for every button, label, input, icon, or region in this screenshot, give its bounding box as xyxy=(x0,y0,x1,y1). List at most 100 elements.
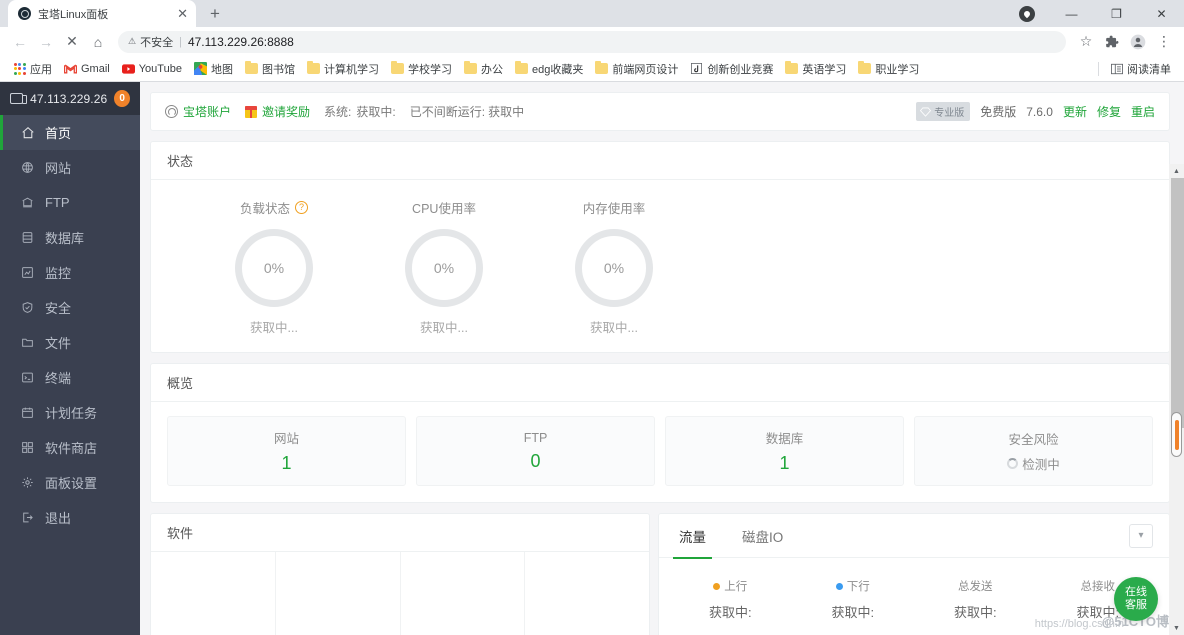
sidebar-item-ftp[interactable]: FTP xyxy=(0,185,140,220)
overview-value: 检测中 xyxy=(1022,458,1060,472)
pro-version-badge[interactable]: 专业版 xyxy=(916,102,971,121)
stop-icon[interactable]: ✕ xyxy=(60,30,84,54)
software-cell[interactable] xyxy=(401,552,526,635)
forward-icon[interactable]: → xyxy=(34,30,58,54)
folder-icon xyxy=(514,61,528,75)
security-indicator[interactable]: ⚠ 不安全 xyxy=(128,34,173,50)
profile-avatar[interactable] xyxy=(1126,30,1150,54)
sidebar-item-label: 安全 xyxy=(45,301,72,316)
bt-account-link[interactable]: 宝塔账户 xyxy=(165,103,231,120)
overview-box-database[interactable]: 数据库 1 xyxy=(665,416,904,486)
sidebar-item-terminal[interactable]: 终端 xyxy=(0,360,140,395)
traffic-stat-total-sent: 总发送 获取中: xyxy=(914,578,1037,621)
browser-tab[interactable]: 宝塔Linux面板 ✕ xyxy=(8,0,196,27)
overview-box-website[interactable]: 网站 1 xyxy=(167,416,406,486)
bookmark-folder-edg[interactable]: edg收藏夹 xyxy=(510,59,588,79)
gauge-sub: 获取中... xyxy=(420,321,468,335)
software-cell[interactable] xyxy=(525,552,649,635)
sidebar-item-monitor[interactable]: 监控 xyxy=(0,255,140,290)
extensions-icon[interactable] xyxy=(1100,30,1124,54)
bookmark-folder-school[interactable]: 学校学习 xyxy=(386,59,457,79)
restart-button[interactable]: 重启 xyxy=(1131,103,1155,120)
home-icon[interactable]: ⌂ xyxy=(86,30,110,54)
reading-list-button[interactable]: 阅读清单 xyxy=(1098,59,1176,79)
sidebar-item-app-store[interactable]: 软件商店 xyxy=(0,430,140,465)
gauge-ring: 0% xyxy=(405,229,483,307)
panel-topbar-right: 专业版 免费版 7.6.0 更新 修复 重启 xyxy=(916,102,1155,121)
new-tab-button[interactable]: + xyxy=(202,1,228,27)
sidebar-item-database[interactable]: 数据库 xyxy=(0,220,140,255)
maximize-button[interactable]: ❐ xyxy=(1094,0,1139,27)
bookmark-gmail[interactable]: Gmail xyxy=(59,60,115,77)
invite-reward-link[interactable]: 邀请奖励 xyxy=(245,103,310,120)
tab-traffic[interactable]: 流量 xyxy=(673,514,712,559)
scrollbar-thumb[interactable] xyxy=(1171,412,1182,457)
sidebar-item-security[interactable]: 安全 xyxy=(0,290,140,325)
divider xyxy=(1098,61,1099,76)
bookmark-label: edg收藏夹 xyxy=(531,63,584,76)
address-bar[interactable]: ⚠ 不安全 | 47.113.229.26:8888 xyxy=(118,30,1066,53)
close-window-button[interactable]: ✕ xyxy=(1139,0,1184,27)
online-support-button[interactable]: 在线 客服 xyxy=(1114,577,1158,621)
bookmark-folder-career[interactable]: 职业学习 xyxy=(853,59,924,79)
reading-list-entry[interactable]: 阅读清单 xyxy=(1105,59,1176,79)
software-cell[interactable]: 宝塔SSH终端 1.0▯ xyxy=(151,552,276,635)
apps-icon xyxy=(20,440,35,455)
sidebar-item-files[interactable]: 文件 xyxy=(0,325,140,360)
tab-disk-io[interactable]: 磁盘IO xyxy=(740,514,785,558)
page-scrollbar[interactable]: ▲ ▼ xyxy=(1169,164,1184,635)
bookmark-innovation[interactable]: 创新创业竞赛 xyxy=(685,59,778,79)
omnibox-separator: | xyxy=(179,35,182,48)
bookmark-maps[interactable]: 地图 xyxy=(189,59,238,79)
sidebar-item-cron[interactable]: 计划任务 xyxy=(0,395,140,430)
scroll-down-arrow[interactable]: ▼ xyxy=(1169,621,1184,635)
bookmark-folder-library[interactable]: 图书馆 xyxy=(240,59,300,79)
bookmark-folder-cs[interactable]: 计算机学习 xyxy=(302,59,384,79)
bookmark-apps[interactable]: 应用 xyxy=(8,59,57,79)
overview-value: 1 xyxy=(779,453,790,473)
folder-icon xyxy=(463,61,477,75)
notification-badge[interactable]: 0 xyxy=(114,90,130,107)
bookmark-star-icon[interactable]: ☆ xyxy=(1074,30,1098,54)
gauge-ring: 0% xyxy=(235,229,313,307)
sidebar-item-website[interactable]: 网站 xyxy=(0,150,140,185)
sidebar-item-logout[interactable]: 退出 xyxy=(0,500,140,535)
terminal-icon xyxy=(20,370,35,385)
overview-label: 网站 xyxy=(273,432,299,446)
repair-button[interactable]: 修复 xyxy=(1097,103,1121,120)
sidebar-item-panel-settings[interactable]: 面板设置 xyxy=(0,465,140,500)
scroll-up-arrow[interactable]: ▲ xyxy=(1169,164,1184,178)
overview-box-ftp[interactable]: FTP 0 xyxy=(416,416,655,486)
browser-menu-icon[interactable]: ⋮ xyxy=(1152,30,1176,54)
minimize-button[interactable]: — xyxy=(1049,0,1094,27)
bookmark-folder-office[interactable]: 办公 xyxy=(459,59,508,79)
support-line-1: 在线 xyxy=(1125,586,1147,598)
reading-list-label: 阅读清单 xyxy=(1127,63,1171,76)
bookmark-youtube[interactable]: YouTube xyxy=(117,60,187,77)
overview-value: 1 xyxy=(281,453,292,473)
legend-dot-upload xyxy=(713,582,721,590)
gear-icon xyxy=(20,475,35,490)
software-cell[interactable] xyxy=(276,552,401,635)
security-label: 不安全 xyxy=(140,36,174,49)
overview-label: FTP xyxy=(523,430,548,445)
bookmark-folder-english[interactable]: 英语学习 xyxy=(780,59,851,79)
bookmark-folder-frontend[interactable]: 前端网页设计 xyxy=(590,59,683,79)
gauge-label: CPU使用率 xyxy=(412,202,476,216)
back-icon[interactable]: ← xyxy=(8,30,32,54)
sidebar-item-home[interactable]: 首页 xyxy=(0,115,140,150)
chevron-down-icon[interactable]: ▾ xyxy=(1129,523,1153,548)
traffic-tabs: 流量 磁盘IO ▾ xyxy=(659,514,1169,559)
system-label: 系统: xyxy=(324,105,352,119)
help-icon[interactable]: ? xyxy=(295,201,308,214)
pro-badge-label: 专业版 xyxy=(934,108,965,119)
gmail-icon xyxy=(64,62,77,75)
close-icon[interactable]: ✕ xyxy=(177,7,188,20)
folder-icon xyxy=(306,61,320,75)
panel-sidebar: 47.113.229.26 0 首页 网站 FTP 数据库 监控 安全 文件 终… xyxy=(0,82,140,635)
page-viewport: 47.113.229.26 0 首页 网站 FTP 数据库 监控 安全 文件 终… xyxy=(0,82,1184,635)
reading-list-icon xyxy=(1110,62,1123,75)
overview-box-security-risk[interactable]: 安全风险 检测中 xyxy=(914,416,1153,486)
profile-badge-icon[interactable] xyxy=(1004,0,1049,27)
update-button[interactable]: 更新 xyxy=(1063,103,1087,120)
